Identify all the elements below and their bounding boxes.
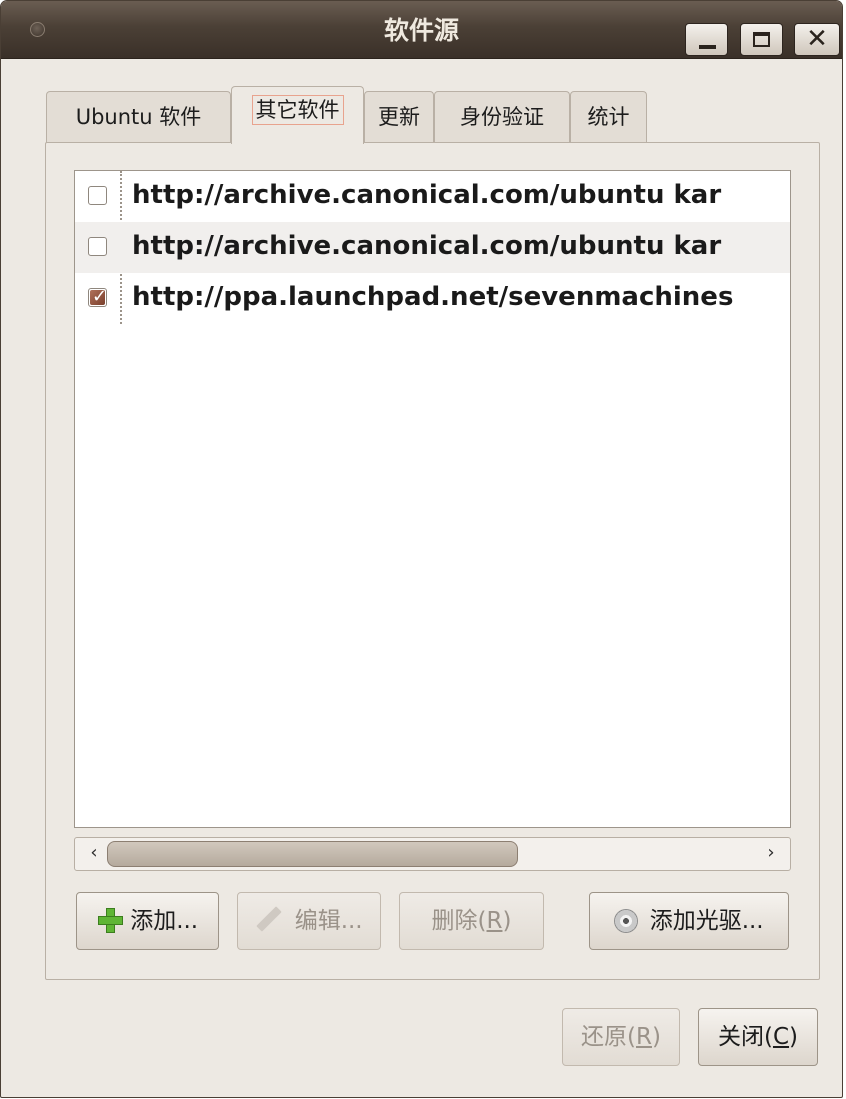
horizontal-scrollbar[interactable]: ‹ › — [74, 837, 791, 871]
plus-icon — [97, 907, 123, 933]
add-cdrom-button[interactable]: 添加光驱... — [589, 892, 789, 950]
title-bar: 软件源 ✕ — [1, 1, 842, 59]
tab-label: 更新 — [378, 105, 420, 129]
tab-label: 统计 — [587, 105, 630, 129]
scrollbar-thumb[interactable] — [107, 841, 518, 867]
list-item[interactable]: http://archive.canonical.com/ubuntu kar — [75, 171, 790, 222]
tab-other-software[interactable]: 其它软件 — [231, 86, 364, 144]
revert-label-mnemonic: R — [636, 1024, 652, 1050]
maximize-button[interactable] — [740, 23, 783, 56]
close-window-button[interactable]: ✕ — [794, 23, 840, 56]
edit-button-label: 编辑... — [294, 908, 363, 934]
close-icon: ✕ — [806, 24, 828, 54]
add-button[interactable]: 添加... — [76, 892, 219, 950]
source-checkbox-checked[interactable]: ✓ — [88, 286, 108, 307]
source-url: http://archive.canonical.com/ubuntu kar — [132, 180, 722, 210]
sources-list[interactable]: http://archive.canonical.com/ubuntu kar … — [74, 170, 791, 828]
close-label-mnemonic: C — [772, 1024, 790, 1050]
revert-button[interactable]: 还原(R) — [562, 1008, 680, 1066]
tab-authentication[interactable]: 身份验证 — [434, 91, 570, 143]
minimize-icon — [699, 45, 716, 49]
tab-ubuntu-software[interactable]: Ubuntu 软件 — [46, 91, 231, 143]
remove-label-suffix: ) — [502, 908, 512, 934]
source-checkbox[interactable] — [88, 186, 107, 205]
tab-label: Ubuntu 软件 — [75, 105, 202, 129]
add-button-label: 添加... — [130, 908, 199, 934]
list-item[interactable]: http://archive.canonical.com/ubuntu kar — [75, 222, 790, 273]
remove-label-mnemonic: R — [486, 908, 503, 934]
edit-button[interactable]: 编辑... — [237, 892, 381, 950]
tab-updates[interactable]: 更新 — [364, 91, 434, 143]
minimize-button[interactable] — [685, 23, 728, 56]
tab-label: 身份验证 — [460, 105, 544, 129]
disc-icon — [614, 909, 639, 933]
close-label-prefix: 关闭( — [717, 1024, 773, 1050]
source-url: http://ppa.launchpad.net/sevenmachines — [132, 282, 734, 312]
remove-button[interactable]: 删除(R) — [399, 892, 544, 950]
software-sources-window: 软件源 ✕ Ubuntu 软件 其它软件 更新 身份验证 统计 http://a… — [0, 0, 843, 1098]
source-url: http://archive.canonical.com/ubuntu kar — [132, 231, 722, 261]
add-cdrom-button-label: 添加光驱... — [649, 908, 764, 934]
tab-label: 其它软件 — [251, 95, 344, 125]
revert-label-suffix: ) — [651, 1024, 661, 1050]
remove-label-prefix: 删除( — [431, 908, 487, 934]
revert-label-prefix: 还原( — [581, 1024, 636, 1050]
scroll-right-arrow-icon[interactable]: › — [756, 838, 786, 870]
maximize-icon — [753, 32, 770, 47]
scroll-left-arrow-icon[interactable]: ‹ — [79, 838, 109, 870]
tab-statistics[interactable]: 统计 — [570, 91, 647, 143]
source-checkbox[interactable] — [88, 237, 107, 256]
close-button[interactable]: 关闭(C) — [698, 1008, 818, 1066]
checkmark-icon: ✓ — [92, 286, 108, 307]
pencil-icon — [256, 906, 283, 932]
close-label-suffix: ) — [789, 1024, 799, 1050]
list-item[interactable]: ✓ http://ppa.launchpad.net/sevenmachines — [75, 273, 790, 324]
